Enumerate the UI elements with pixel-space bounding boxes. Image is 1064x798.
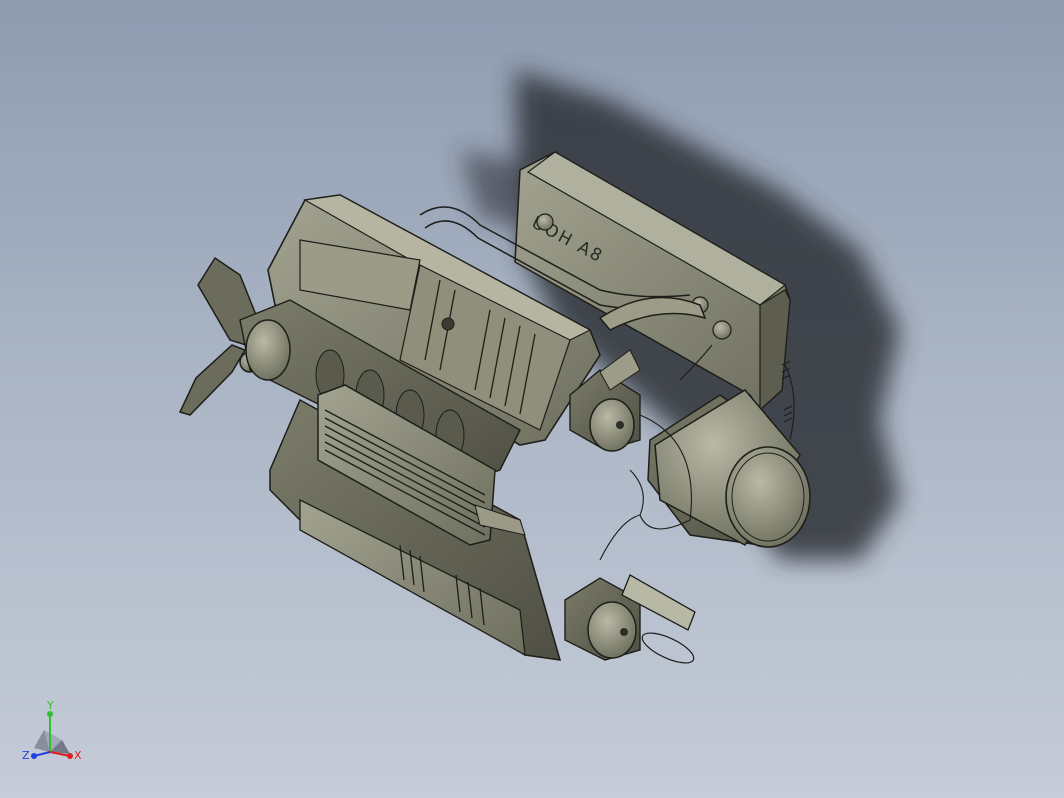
- z-axis-label: Z: [22, 749, 30, 762]
- orientation-triad[interactable]: Y X Z: [14, 700, 94, 772]
- magneto-lower[interactable]: [564, 574, 698, 669]
- engine-model[interactable]: 8A HOU: [0, 0, 1064, 798]
- y-axis-label: Y: [47, 699, 54, 712]
- x-axis-label: X: [74, 749, 82, 762]
- x-axis-tip: [67, 753, 73, 759]
- z-axis-tip: [31, 753, 37, 759]
- model-viewport[interactable]: 8A HOU Y X Z: [0, 0, 1064, 798]
